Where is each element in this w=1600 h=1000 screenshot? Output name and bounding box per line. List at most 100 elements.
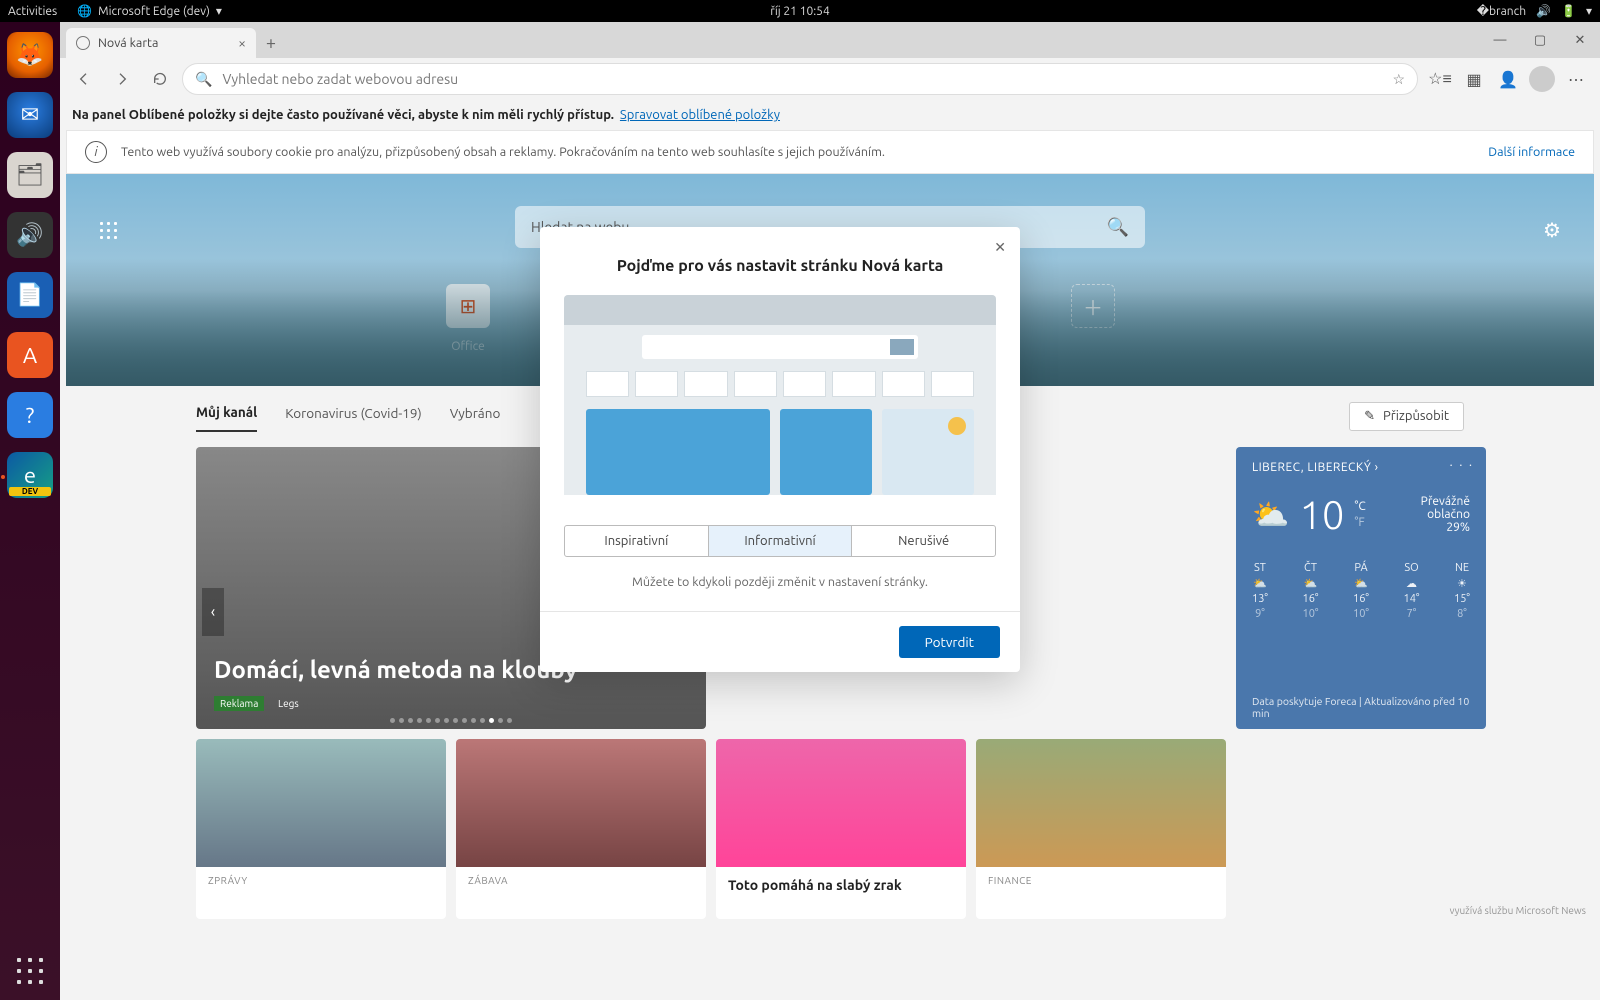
- search-submit-icon[interactable]: 🔍: [1107, 217, 1129, 238]
- apps-grid-icon: [15, 956, 45, 986]
- layout-option-informational[interactable]: Informativní: [709, 526, 853, 556]
- address-bar[interactable]: 🔍 Vyhledat nebo zadat webovou adresu ☆: [182, 63, 1418, 95]
- carousel-dots[interactable]: [390, 718, 512, 723]
- weather-location: LIBEREC, LIBERECKÝ: [1252, 461, 1371, 474]
- volume-icon[interactable]: 🔊: [1536, 4, 1551, 18]
- news-image: [456, 739, 706, 867]
- favorites-button[interactable]: ☆≡: [1424, 63, 1456, 95]
- dock-writer-icon[interactable]: 📄: [7, 272, 53, 318]
- news-image: [196, 739, 446, 867]
- cookie-text: Tento web využívá soubory cookie pro ana…: [121, 145, 885, 159]
- dock-software-icon[interactable]: A: [7, 332, 53, 378]
- search-icon: 🔍: [195, 71, 212, 88]
- news-category: FINANCE: [976, 867, 1226, 888]
- chevron-down-icon[interactable]: ▾: [1586, 4, 1592, 18]
- nav-back-button[interactable]: [68, 63, 100, 95]
- news-category: ZÁBAVA: [456, 867, 706, 888]
- favorites-hint-bar: Na panel Oblíbené položky si dejte často…: [60, 100, 1600, 130]
- customize-feed-button[interactable]: ✎ Přizpůsobit: [1349, 402, 1464, 431]
- unit-f[interactable]: °F: [1354, 516, 1364, 529]
- nav-refresh-button[interactable]: [144, 63, 176, 95]
- window-minimize-button[interactable]: —: [1480, 22, 1520, 58]
- news-category: [716, 867, 966, 877]
- grid-icon: [99, 221, 117, 239]
- collections-button[interactable]: ▦: [1458, 63, 1490, 95]
- account-button[interactable]: 👤: [1492, 63, 1524, 95]
- ms-news-branding: využívá službu Microsoft News: [1450, 905, 1586, 917]
- news-card[interactable]: Toto pomáhá na slabý zrak: [716, 739, 966, 919]
- active-app-menu[interactable]: 🌐 Microsoft Edge (dev) ▾: [77, 4, 222, 18]
- dock-edge-dev-icon[interactable]: eDEV: [7, 452, 53, 498]
- new-tab-button[interactable]: +: [256, 28, 286, 58]
- nav-forward-button[interactable]: [106, 63, 138, 95]
- profile-avatar[interactable]: [1526, 63, 1558, 95]
- carousel-prev-button[interactable]: ‹: [202, 588, 224, 636]
- dev-badge: DEV: [9, 487, 51, 496]
- settings-menu-button[interactable]: ⋯: [1560, 63, 1592, 95]
- tab-strip: Nová karta × + — ▢ ✕: [60, 22, 1600, 58]
- news-image: [976, 739, 1226, 867]
- ubuntu-dock: 🦊 ✉ 🗂 🔊 📄 A ? eDEV: [0, 22, 60, 1000]
- ad-badge: Reklama: [214, 696, 264, 711]
- show-applications-button[interactable]: [15, 956, 45, 986]
- window-close-button[interactable]: ✕: [1560, 22, 1600, 58]
- modal-close-button[interactable]: ✕: [994, 239, 1006, 256]
- dock-thunderbird-icon[interactable]: ✉: [7, 92, 53, 138]
- dock-files-icon[interactable]: 🗂: [7, 152, 53, 198]
- app-launcher-button[interactable]: [94, 216, 122, 244]
- dock-rhythmbox-icon[interactable]: 🔊: [7, 212, 53, 258]
- unit-c[interactable]: °C: [1354, 500, 1365, 513]
- news-category: ZPRÁVY: [196, 867, 446, 888]
- tab-new[interactable]: Nová karta ×: [66, 28, 256, 58]
- news-image: [716, 739, 966, 867]
- favorite-star-icon[interactable]: ☆: [1392, 71, 1405, 88]
- battery-icon[interactable]: 🔋: [1561, 4, 1576, 18]
- tab-close-icon[interactable]: ×: [238, 35, 246, 51]
- ntp-setup-modal: ✕ Pojďme pro vás nastavit stránku Nová k…: [540, 227, 1020, 672]
- news-title: Toto pomáhá na slabý zrak: [716, 877, 966, 893]
- info-icon: i: [85, 141, 107, 163]
- chevron-down-icon: ▾: [216, 4, 222, 18]
- feed-tab-selected[interactable]: Vybráno: [450, 401, 501, 431]
- quicklink-office[interactable]: ⊞ Office: [446, 284, 490, 353]
- office-icon: ⊞: [446, 284, 490, 328]
- manage-favorites-link[interactable]: Spravovat oblíbené položky: [620, 108, 780, 122]
- edge-icon: 🌐: [77, 4, 92, 18]
- clock[interactable]: říj 21 10:54: [770, 5, 829, 18]
- browser-toolbar: 🔍 Vyhledat nebo zadat webovou adresu ☆ ☆…: [60, 58, 1600, 100]
- favorites-hint-text: Na panel Oblíbené položky si dejte často…: [72, 108, 614, 122]
- pencil-icon: ✎: [1364, 409, 1375, 424]
- modal-confirm-button[interactable]: Potvrdit: [899, 626, 1000, 658]
- layout-option-group: Inspirativní Informativní Nerušivé: [564, 525, 996, 557]
- activities-button[interactable]: Activities: [8, 5, 57, 18]
- news-card[interactable]: ZPRÁVY: [196, 739, 446, 919]
- weather-forecast: ST⛅13°9° ČT⛅16°10° PÁ⛅16°10° SO☁14°7° NE…: [1252, 559, 1470, 623]
- tab-title: Nová karta: [98, 36, 158, 50]
- network-icon[interactable]: �branch: [1477, 4, 1526, 18]
- weather-footer: Data poskytuje Foreca | Aktualizováno př…: [1252, 695, 1470, 719]
- layout-option-focused[interactable]: Nerušivé: [852, 526, 995, 556]
- gnome-top-bar: Activities 🌐 Microsoft Edge (dev) ▾ říj …: [0, 0, 1600, 22]
- quicklink-label: Office: [451, 340, 485, 353]
- weather-humidity: 29%: [1446, 521, 1470, 534]
- news-card[interactable]: FINANCE: [976, 739, 1226, 919]
- feed-tab-mychannel[interactable]: Můj kanál: [196, 400, 257, 432]
- window-maximize-button[interactable]: ▢: [1520, 22, 1560, 58]
- dock-firefox-icon[interactable]: 🦊: [7, 32, 53, 78]
- dock-help-icon[interactable]: ?: [7, 392, 53, 438]
- modal-title: Pojďme pro vás nastavit stránku Nová kar…: [540, 227, 1020, 295]
- weather-menu-button[interactable]: · · ·: [1450, 459, 1474, 472]
- layout-option-inspirational[interactable]: Inspirativní: [565, 526, 709, 556]
- feed-tab-covid[interactable]: Koronavirus (Covid-19): [285, 401, 422, 431]
- active-app-label: Microsoft Edge (dev): [98, 5, 210, 18]
- weather-now-icon: ⛅: [1252, 497, 1289, 533]
- cookie-notice-bar: i Tento web využívá soubory cookie pro a…: [66, 130, 1594, 174]
- cookie-more-link[interactable]: Další informace: [1488, 145, 1575, 159]
- hero-source: Legs: [272, 696, 305, 711]
- quicklink-add[interactable]: ＋: [1071, 284, 1115, 328]
- customize-label: Přizpůsobit: [1383, 409, 1449, 423]
- weather-card[interactable]: · · · LIBEREC, LIBERECKÝ › ⛅ 10 °C °F Př…: [1236, 447, 1486, 729]
- news-card[interactable]: ZÁBAVA: [456, 739, 706, 919]
- weather-temp: 10: [1299, 492, 1344, 537]
- page-settings-button[interactable]: ⚙: [1538, 216, 1566, 244]
